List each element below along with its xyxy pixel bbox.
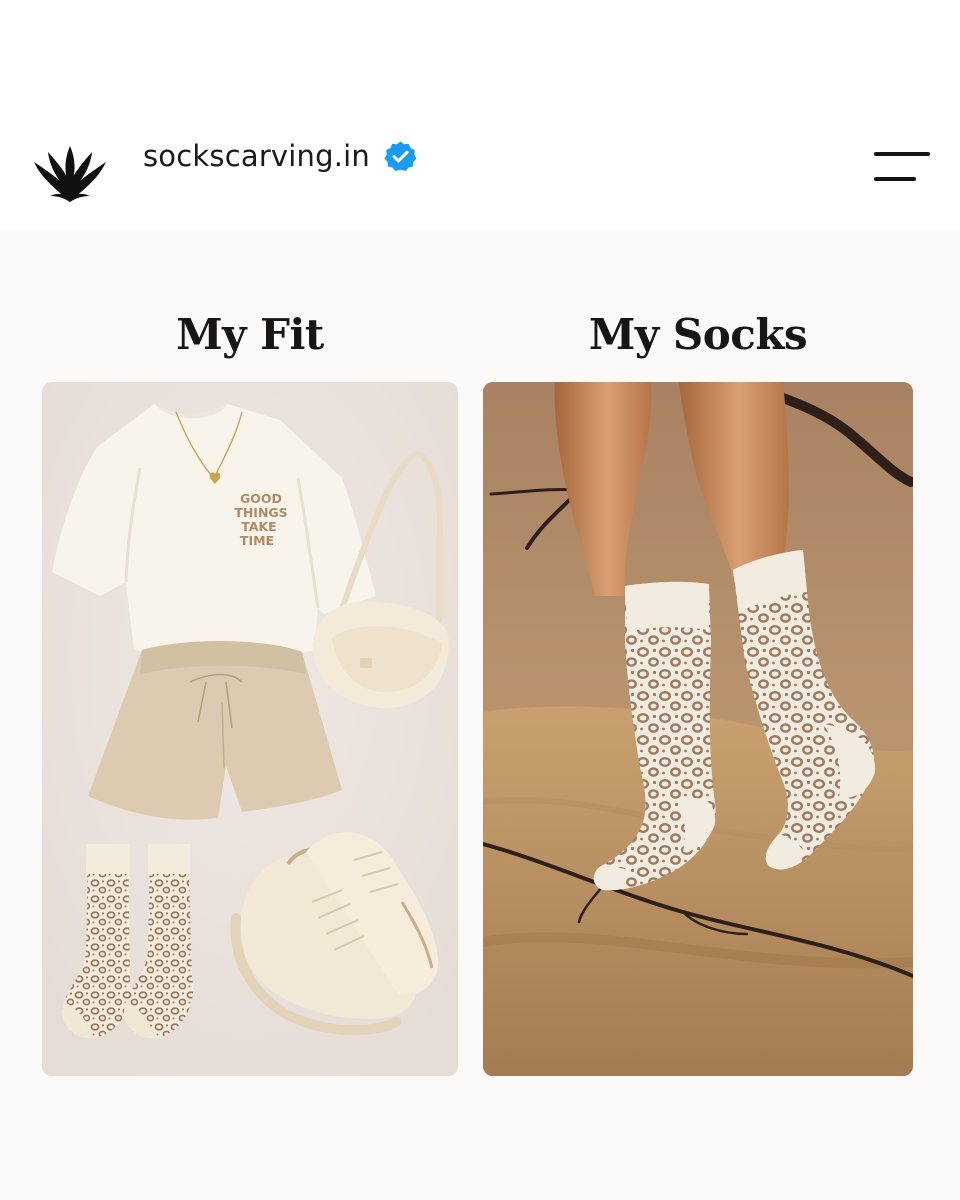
menu-bar-top [874, 152, 930, 156]
menu-bar-bottom [874, 177, 916, 181]
socks-on-model-image[interactable] [483, 382, 913, 1076]
tshirt-print-line1: GOOD [240, 491, 282, 506]
hamburger-menu-icon[interactable] [866, 140, 936, 188]
leaf-wings-logo-icon[interactable] [30, 140, 110, 206]
outfit-flatlay-image[interactable]: GOOD THINGS TAKE TIME [42, 382, 458, 1076]
verified-badge-icon [384, 140, 417, 171]
tshirt-print-line2: THINGS [234, 505, 287, 520]
account-name[interactable]: sockscarving.in [143, 139, 370, 173]
profile-header: sockscarving.in [0, 0, 960, 230]
post-page: sockscarving.in My Fit My Socks GOOD THI… [0, 0, 960, 1200]
account-handle[interactable]: sockscarving.in [143, 134, 417, 178]
tshirt-print-line4: TIME [240, 533, 274, 548]
my-fit-title: My Fit [176, 310, 324, 359]
tshirt-print-line3: TAKE [241, 519, 276, 534]
my-socks-title: My Socks [588, 310, 808, 359]
